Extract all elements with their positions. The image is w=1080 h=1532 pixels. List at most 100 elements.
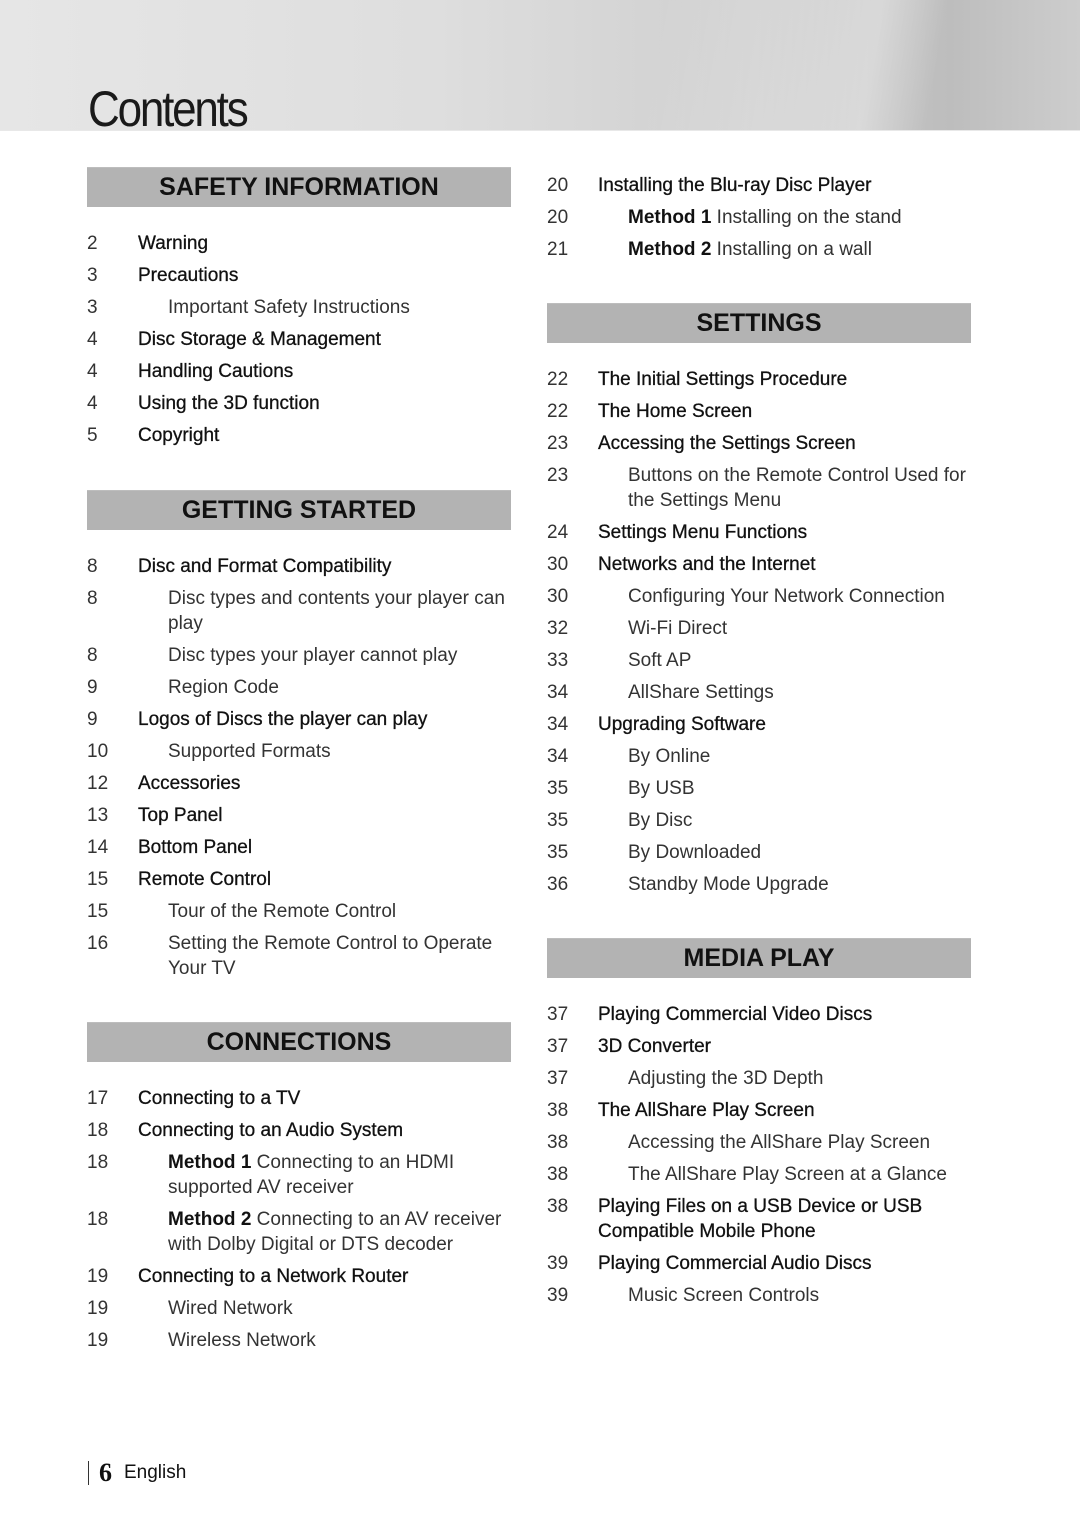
page-footer: 6 English: [88, 1458, 186, 1488]
entry-title: Disc and Format Compatibility: [138, 556, 392, 577]
method-label: Method 2: [168, 1209, 252, 1230]
entry-title: Method 2 Installing on a wall: [628, 237, 983, 262]
page-number: 4: [87, 361, 98, 382]
entry-title: Connecting to a TV: [138, 1088, 301, 1109]
entry-title: Accessing the AllShare Play Screen: [628, 1132, 931, 1153]
page-number: 34: [547, 746, 569, 767]
page-number: 8: [87, 645, 98, 666]
entry-title: Connecting to an Audio System: [138, 1120, 404, 1141]
entry-title: Using the 3D function: [138, 393, 320, 414]
entry-title: Networks and the Internet: [598, 554, 816, 575]
page-number: 22: [547, 401, 569, 422]
page-number: 38: [547, 1196, 569, 1217]
entry-title: Remote Control: [138, 869, 272, 890]
section-header-settings: SETTINGS: [547, 303, 971, 343]
entry-title: By Online: [628, 746, 711, 767]
entry-title: Wireless Network: [168, 1330, 316, 1351]
page-number: 13: [87, 805, 109, 826]
method-label: Method 1: [628, 207, 712, 228]
method-description: Installing on the stand: [716, 207, 902, 228]
page-number: 18: [87, 1209, 109, 1230]
page-number: 5: [87, 425, 98, 446]
page-number: 18: [87, 1152, 109, 1173]
entry-title: Playing Commercial Audio Discs: [598, 1253, 872, 1274]
entry-title: Copyright: [138, 425, 220, 446]
entry-title: Disc Storage & Management: [138, 329, 381, 350]
page-number: 24: [547, 522, 569, 543]
entry-title: Accessories: [138, 773, 241, 794]
entry-title: Music Screen Controls: [628, 1285, 820, 1306]
section-header-connections: CONNECTIONS: [87, 1022, 511, 1062]
page-number: 37: [547, 1068, 569, 1089]
entry-title: Method 1 Connecting to an HDMI supported…: [168, 1150, 528, 1200]
entry-title: Tour of the Remote Control: [168, 901, 397, 922]
entry-title: Installing the Blu-ray Disc Player: [598, 175, 872, 196]
page-number: 3: [87, 297, 98, 318]
page-number: 14: [87, 837, 109, 858]
section-header-media-play: MEDIA PLAY: [547, 938, 971, 978]
page-number: 9: [87, 709, 98, 730]
page-number: 38: [547, 1100, 569, 1121]
page-number: 4: [87, 393, 98, 414]
entry-title: Setting the Remote Control to Operate Yo…: [168, 933, 493, 979]
entry-title: AllShare Settings: [628, 682, 774, 703]
entry-title: By USB: [628, 778, 695, 799]
entry-title: Handling Cautions: [138, 361, 294, 382]
page-number: 39: [547, 1285, 569, 1306]
page-number: 3: [87, 265, 98, 286]
page-number: 15: [87, 869, 109, 890]
entry-title: The AllShare Play Screen at a Glance: [628, 1164, 947, 1185]
entry-title: The Home Screen: [598, 401, 753, 422]
entry-title: 3D Converter: [598, 1036, 711, 1057]
page-number: 10: [87, 741, 109, 762]
entry-title: Wi-Fi Direct: [628, 618, 728, 639]
entry-title: Bottom Panel: [138, 837, 253, 858]
page-number: 21: [547, 239, 569, 260]
entry-title: Soft AP: [628, 650, 692, 671]
page-number: 32: [547, 618, 569, 639]
page-number: 35: [547, 842, 569, 863]
page-number: 33: [547, 650, 569, 671]
entry-title: By Downloaded: [628, 842, 762, 863]
page-number: 30: [547, 554, 569, 575]
page-number: 35: [547, 810, 569, 831]
page-number: 12: [87, 773, 109, 794]
entry-title: Playing Commercial Video Discs: [598, 1004, 873, 1025]
page-number: 34: [547, 714, 569, 735]
page-number: 17: [87, 1088, 109, 1109]
page-number: 20: [547, 207, 569, 228]
entry-title: By Disc: [628, 810, 693, 831]
page-number: 38: [547, 1132, 569, 1153]
page-number: 36: [547, 874, 569, 895]
page-number: 9: [87, 677, 98, 698]
footer-page-number: 6: [99, 1458, 112, 1487]
entry-title: Method 2 Connecting to an AV receiver wi…: [168, 1207, 528, 1257]
entry-title: Warning: [138, 233, 209, 254]
entry-title: Configuring Your Network Connection: [628, 586, 945, 607]
section-header-safety-information: SAFETY INFORMATION: [87, 167, 511, 207]
page-title: Contents: [88, 81, 249, 137]
method-description: Installing on a wall: [716, 239, 872, 260]
entry-title: Top Panel: [138, 805, 223, 826]
entry-title: Logos of Discs the player can play: [138, 709, 428, 730]
footer-language: English: [124, 1462, 187, 1483]
entry-title: Supported Formats: [168, 741, 331, 762]
entry-title: Buttons on the Remote Control Used for t…: [628, 465, 966, 511]
page-number: 22: [547, 369, 569, 390]
page-number: 23: [547, 465, 569, 486]
entry-title: Disc types your player cannot play: [168, 645, 458, 666]
page-number: 18: [87, 1120, 109, 1141]
entry-title: The AllShare Play Screen: [598, 1100, 815, 1121]
page-number: 39: [547, 1253, 569, 1274]
entry-title: Standby Mode Upgrade: [628, 874, 829, 895]
entry-title: Method 1 Installing on the stand: [628, 205, 983, 230]
entry-title: Settings Menu Functions: [598, 522, 808, 543]
footer-divider: [88, 1461, 89, 1485]
page-number: 23: [547, 433, 569, 454]
entry-title: Accessing the Settings Screen: [598, 433, 856, 454]
page-number: 35: [547, 778, 569, 799]
page-number: 20: [547, 175, 569, 196]
page-number: 19: [87, 1266, 109, 1287]
entry-title: Upgrading Software: [598, 714, 766, 735]
page-number: 8: [87, 556, 98, 577]
